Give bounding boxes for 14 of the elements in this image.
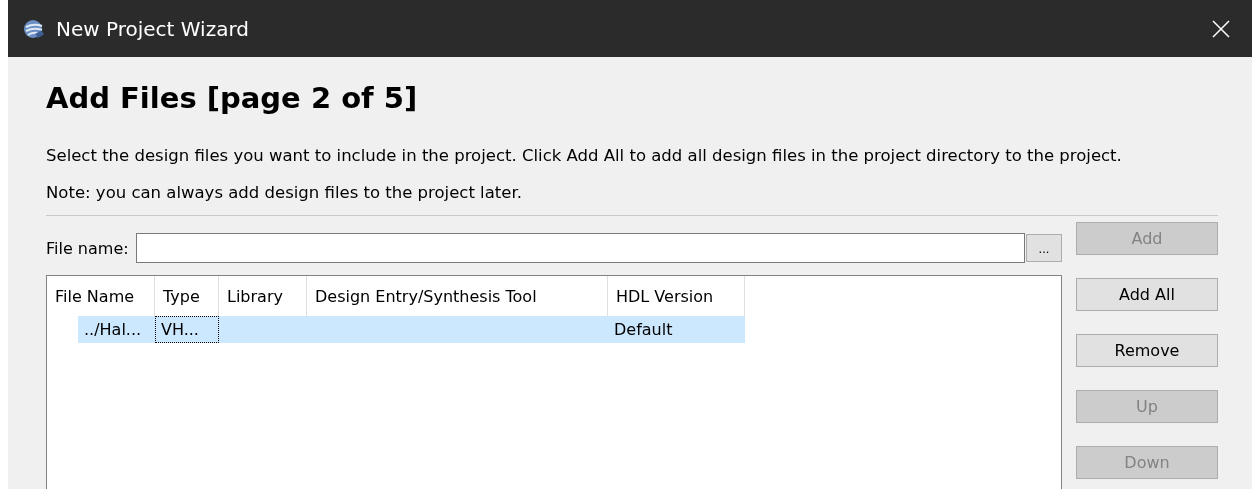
action-button[interactable]: Add All [1076,278,1218,311]
table-cell-text: ../Hal... [83,319,143,341]
table-cell: VH... [155,316,219,343]
field-label: File name: [46,238,129,258]
close-icon[interactable] [1212,19,1230,38]
description-text: Note: you can always add design files to the project later. [46,182,523,204]
file-row[interactable]: ../Hal... VH... Default [78,316,745,343]
page-heading: Add Files [page 2 of 5] [46,81,419,115]
description-text: Select the design files you want to include in the project. Click Add All to add all design files in the project directory to the project. [46,145,1123,167]
action-button[interactable]: Remove [1076,334,1218,367]
table-cell-text: Default [613,319,674,341]
file-name-field[interactable] [135,233,1025,263]
browse-button[interactable]: ... [1026,234,1062,262]
window-title: New Project Wizard [56,16,250,41]
